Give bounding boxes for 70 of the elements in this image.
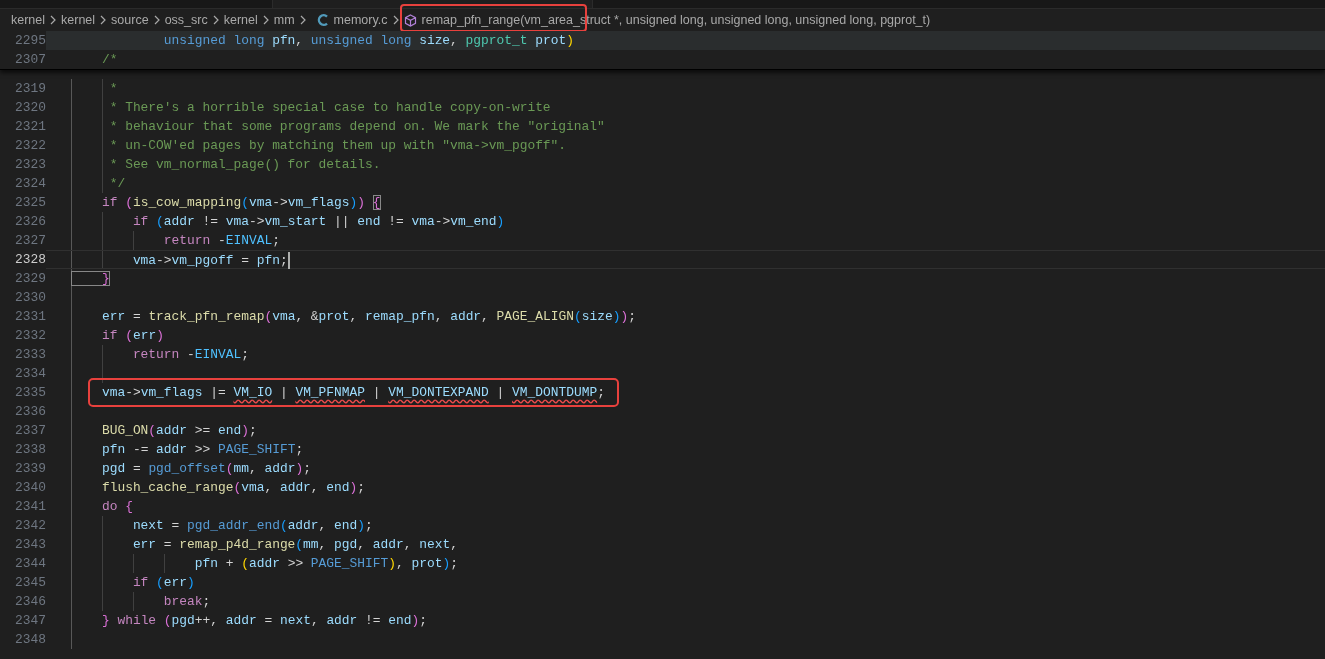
code-line: /* — [100, 52, 118, 67]
line-number: 2295 — [14, 32, 46, 50]
code-line: pfn + (addr >> PAGE_SHIFT), prot); — [193, 556, 458, 571]
line-number: 2333 — [14, 346, 46, 364]
line-number: 2339 — [14, 460, 46, 478]
code-line: * See vm_normal_page() for details. — [108, 157, 381, 172]
cube-icon — [403, 13, 417, 27]
code-line: } — [71, 271, 110, 286]
line-number: 2328 — [14, 251, 46, 269]
code-line: err = track_pfn_remap(vma, &prot, remap_pfn, addr, PAGE_ALIGN(size)); — [100, 309, 636, 324]
code-line: err = remap_p4d_range(mm, pgd, addr, next, — [131, 537, 458, 552]
line-number: 2327 — [14, 232, 46, 250]
line-number: 2330 — [14, 289, 46, 307]
code-line: * There's a horrible special case to handle copy-on-write — [108, 100, 551, 115]
line-number: 2324 — [14, 175, 46, 193]
code-line: } while (pgd++, addr = next, addr != end); — [100, 613, 427, 628]
code-line: if (err) — [100, 328, 164, 343]
code-line: */ — [108, 176, 126, 191]
line-number: 2344 — [14, 555, 46, 573]
code-line: pfn -= addr >> PAGE_SHIFT; — [100, 442, 304, 457]
code-line: if (is_cow_mapping(vma->vm_flags)) { — [100, 195, 381, 210]
code-line: pgd = pgd_offset(mm, addr); — [100, 461, 311, 476]
code-line: do { — [100, 499, 133, 514]
line-number: 2331 — [14, 308, 46, 326]
line-number: 2321 — [14, 118, 46, 136]
line-number: 2322 — [14, 137, 46, 155]
line-number: 2343 — [14, 536, 46, 554]
line-number: 2345 — [14, 574, 46, 592]
line-number: 2347 — [14, 612, 46, 630]
code-line: vma->vm_flags |= VM_IO | VM_PFNMAP | VM_DONTEXPAND | VM_DONTDUMP; — [71, 385, 605, 400]
line-number: 2307 — [14, 51, 46, 69]
c-file-icon — [316, 13, 329, 27]
breadcrumb-item[interactable]: kernel — [61, 10, 96, 30]
breadcrumb-item[interactable]: mm — [273, 10, 295, 30]
breadcrumb-item[interactable]: memory.c — [333, 10, 388, 30]
code-line: unsigned long pfn, unsigned long size, pgprot_t prot) — [162, 33, 574, 48]
line-number: 2335 — [14, 384, 46, 402]
line-number: 2326 — [14, 213, 46, 231]
line-number: 2341 — [14, 498, 46, 516]
line-number: 2329 — [14, 270, 46, 288]
line-number: 2337 — [14, 422, 46, 440]
line-number: 2323 — [14, 156, 46, 174]
code-line: return -EINVAL; — [162, 233, 280, 248]
line-number: 2319 — [14, 80, 46, 98]
code-line: * un-COW'ed pages by matching them up with "vma->vm_pgoff". — [108, 138, 567, 153]
line-number: 2340 — [14, 479, 46, 497]
code-line: * behaviour that some programs depend on. We mark the "original" — [108, 119, 605, 134]
breadcrumb-item[interactable]: kernel — [223, 10, 258, 30]
code-line: break; — [162, 594, 211, 609]
code-line: flush_cache_range(vma, addr, end); — [100, 480, 366, 495]
line-number: 2320 — [14, 99, 46, 117]
code-line: if (addr != vma->vm_start || end != vma->vm_end) — [131, 214, 505, 229]
code-line: return -EINVAL; — [131, 347, 249, 362]
code-line: * — [108, 81, 118, 96]
line-number: 2334 — [14, 365, 46, 383]
code-line: vma->vm_pgoff = pfn; — [131, 253, 288, 268]
line-number: 2332 — [14, 327, 46, 345]
line-number: 2348 — [14, 631, 46, 649]
line-number: 2325 — [14, 194, 46, 212]
line-number: 2338 — [14, 441, 46, 459]
breadcrumb-item[interactable]: kernel — [11, 10, 46, 30]
code-line: BUG_ON(addr >= end); — [100, 423, 257, 438]
line-number: 2336 — [14, 403, 46, 421]
breadcrumb-item[interactable]: source — [111, 10, 149, 30]
text-cursor — [287, 252, 290, 270]
line-number: 2346 — [14, 593, 46, 611]
code-line: if (err) — [131, 575, 195, 590]
line-number: 2342 — [14, 517, 46, 535]
code-line: next = pgd_addr_end(addr, end); — [131, 518, 373, 533]
breadcrumb-item[interactable]: oss_src — [164, 10, 208, 30]
